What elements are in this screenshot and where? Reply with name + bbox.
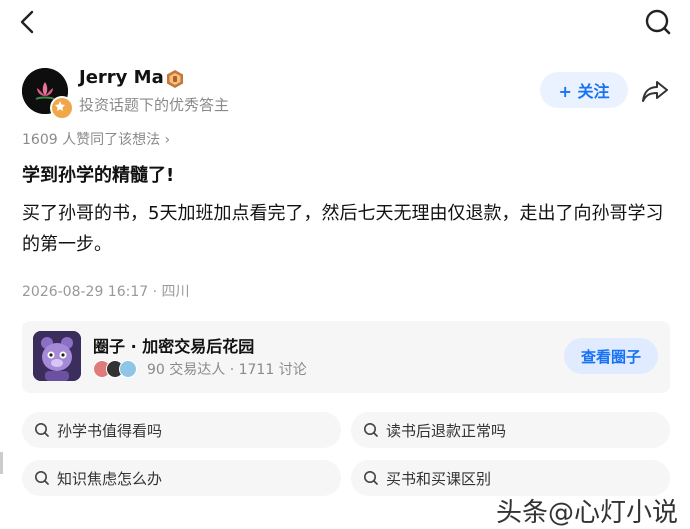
related-search-item[interactable]: 买书和买课区别 [351,460,670,496]
search-small-icon [35,423,49,437]
circle-thumbnail [33,331,81,381]
circle-meta: 90 交易达人 · 1711 讨论 [93,359,307,379]
share-icon[interactable] [640,77,670,105]
back-arrow-icon[interactable] [14,8,42,36]
related-search-label: 买书和买课区别 [386,469,492,488]
avatar-badge-icon [50,96,74,120]
search-icon[interactable] [644,8,672,36]
scroll-indicator [0,452,3,474]
related-search-label: 知识焦虑怎么办 [57,469,163,488]
watermark: 头条@心灯小说 [495,498,678,528]
circle-name: 圈子 · 加密交易后花园 [93,337,255,356]
member-avatars [93,360,137,378]
author-description: 投资话题下的优秀答主 [79,96,230,114]
related-search-item[interactable]: 知识焦虑怎么办 [22,460,341,496]
post-body: 买了孙哥的书，5天加班加点看完了，然后七天无理由仅退款，走出了向孙哥学习的第一步… [22,203,664,255]
circle-card[interactable]: 圈子 · 加密交易后花园 90 交易达人 · 1711 讨论 查看圈子 [22,321,670,393]
related-search-item[interactable]: 读书后退款正常吗 [351,412,670,448]
circle-meta-text: 90 交易达人 · 1711 讨论 [147,362,307,378]
bear-icon [33,331,81,381]
post-timestamp: 2026-08-29 16:17 · 四川 [22,284,190,300]
achievement-badge-icon [167,70,183,88]
chevron-right-icon: › [164,132,171,148]
member-avatar [119,360,137,378]
related-search-label: 孙学书值得看吗 [57,421,163,440]
follow-button[interactable]: + 关注 [540,72,628,108]
search-small-icon [364,471,378,485]
post-title: 学到孙学的精髓了! [22,165,175,186]
search-small-icon [364,423,378,437]
likes-count[interactable]: 1609 人赞同了该想法 › [22,129,170,149]
search-small-icon [35,471,49,485]
related-search-item[interactable]: 孙学书值得看吗 [22,412,341,448]
related-search-label: 读书后退款正常吗 [386,421,507,440]
likes-text: 1609 人赞同了该想法 [22,132,161,148]
author-name[interactable]: Jerry Ma [79,67,164,88]
view-circle-button[interactable]: 查看圈子 [564,338,658,374]
